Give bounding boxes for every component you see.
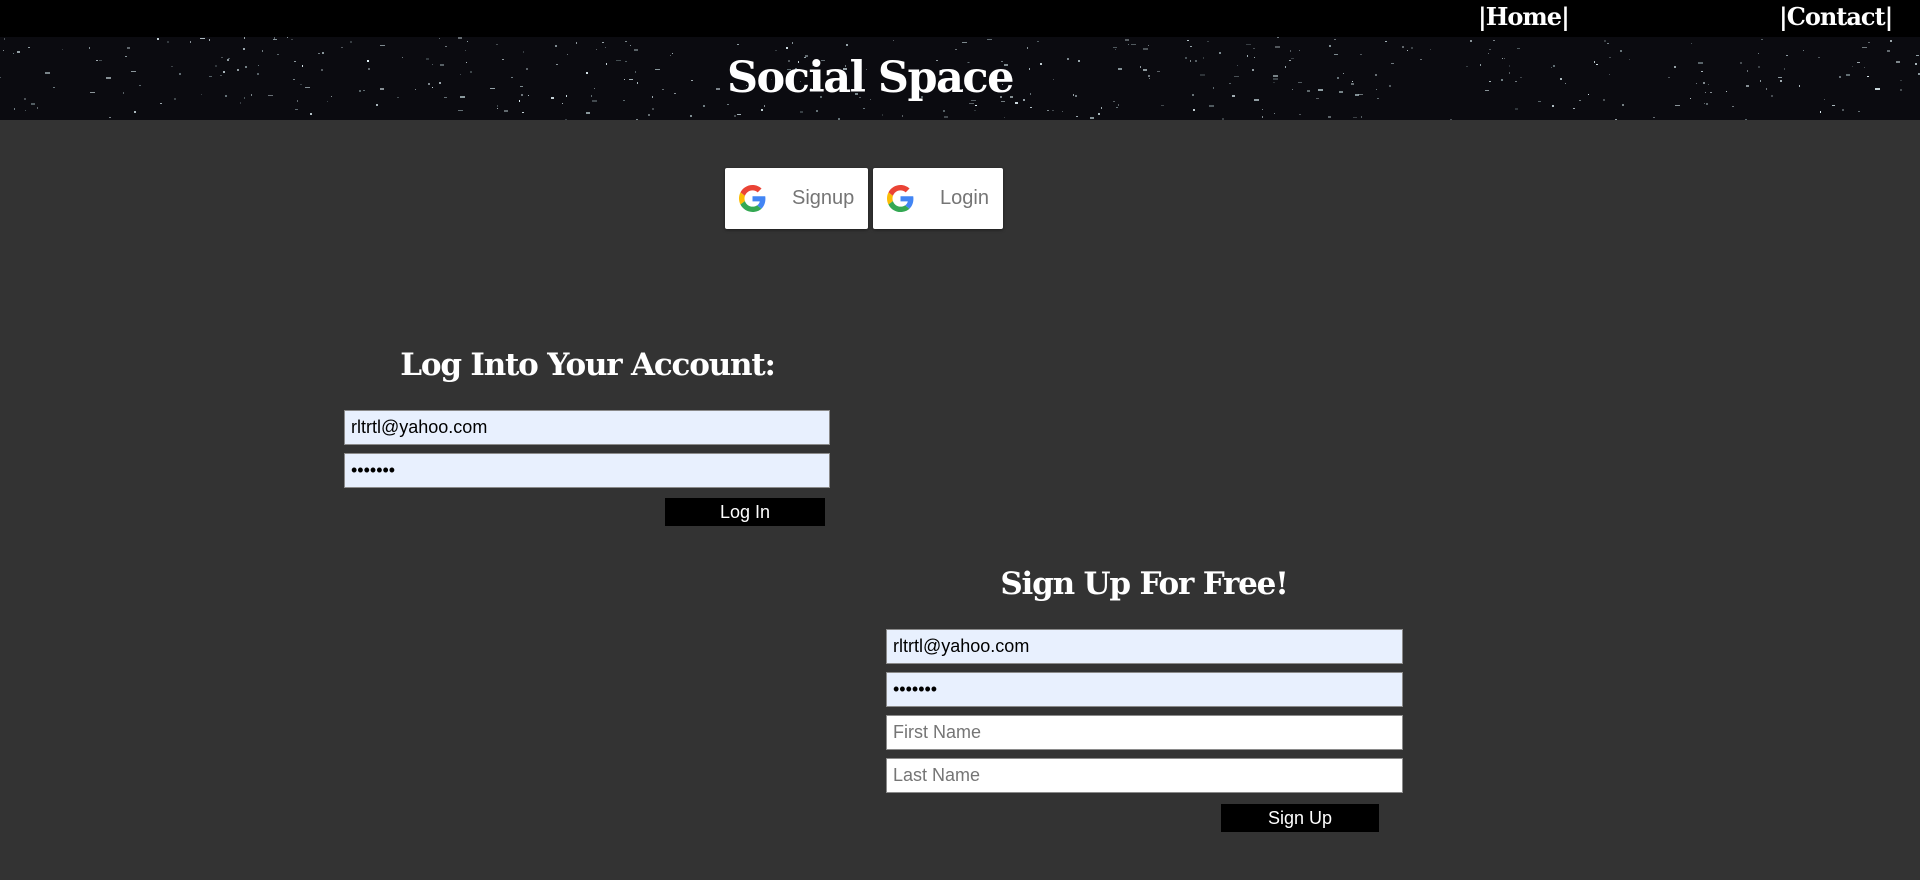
top-nav-bar: |Home| |Contact|: [0, 0, 1920, 37]
google-login-button[interactable]: Login: [873, 168, 1003, 229]
nav-link-home[interactable]: |Home|: [1478, 1, 1570, 33]
last-name-input[interactable]: [886, 758, 1403, 793]
login-email-input[interactable]: [344, 410, 830, 445]
nav-link-contact[interactable]: |Contact|: [1779, 1, 1893, 33]
login-heading: Log Into Your Account:: [400, 347, 776, 383]
signup-email-input[interactable]: [886, 629, 1403, 664]
google-signup-button[interactable]: Signup: [725, 168, 868, 229]
first-name-input[interactable]: [886, 715, 1403, 750]
signup-button[interactable]: Sign Up: [1221, 804, 1379, 832]
google-login-label: Login: [940, 187, 989, 209]
login-password-input[interactable]: [344, 453, 830, 488]
signup-heading: Sign Up For Free!: [1000, 566, 1288, 602]
login-button[interactable]: Log In: [665, 498, 825, 526]
google-g-icon: [739, 185, 766, 212]
header-banner: Social Space: [0, 37, 1920, 120]
signup-password-input[interactable]: [886, 672, 1403, 707]
site-title: Social Space: [727, 53, 1014, 103]
google-signup-label: Signup: [792, 187, 855, 209]
google-g-icon: [887, 185, 914, 212]
